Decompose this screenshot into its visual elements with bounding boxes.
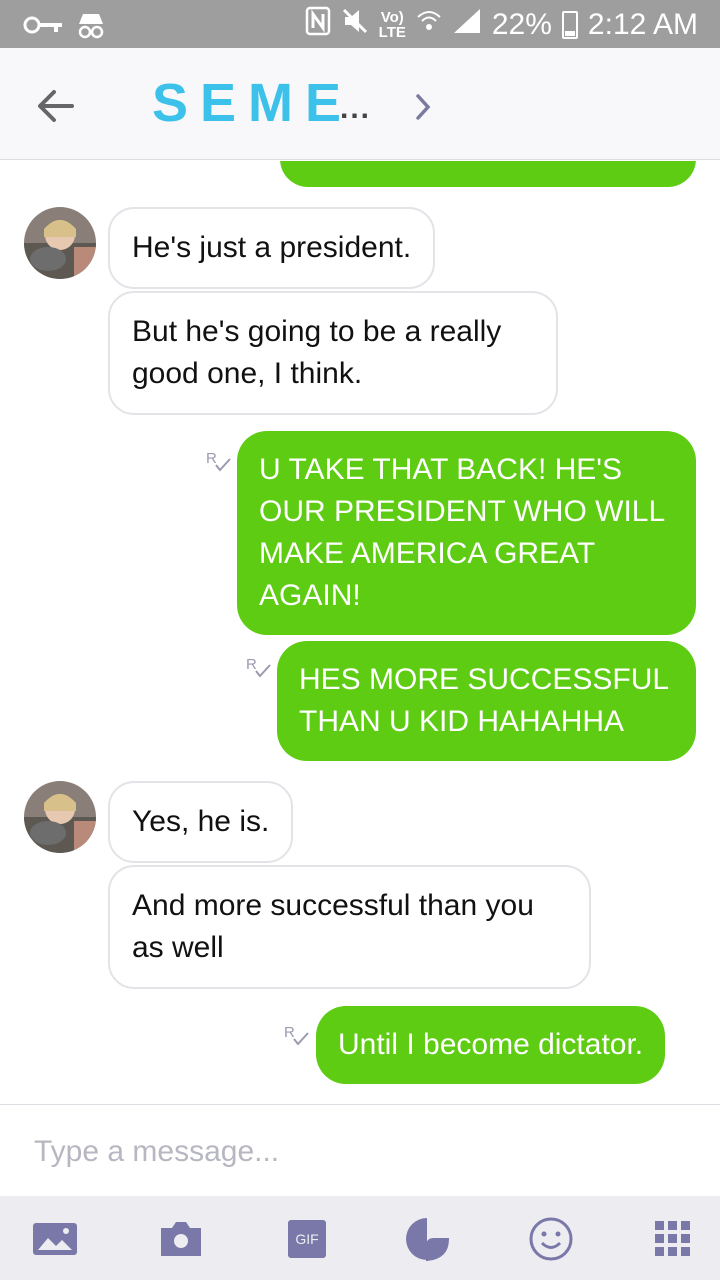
back-arrow-icon xyxy=(38,90,74,122)
image-icon xyxy=(33,1223,77,1255)
read-receipt-icon: R xyxy=(206,450,231,472)
key-icon xyxy=(22,14,66,41)
message-input[interactable]: Type a message... xyxy=(0,1104,720,1196)
read-receipt-icon: R xyxy=(246,656,271,678)
chat-title[interactable]: SEME xyxy=(152,72,353,134)
message-bubble-outgoing[interactable]: U TAKE THAT BACK! HE'S OUR PRESIDENT WHO… xyxy=(237,431,696,635)
svg-text:R: R xyxy=(206,450,217,467)
sticker-icon xyxy=(406,1218,450,1262)
apps-grid-icon xyxy=(655,1221,690,1256)
svg-text:R: R xyxy=(246,656,257,673)
gif-label: GIF xyxy=(295,1231,319,1247)
battery-percent: 22% xyxy=(491,8,552,41)
camera-button[interactable] xyxy=(158,1216,204,1262)
message-bubble-incoming[interactable]: And more successful than you as well xyxy=(108,865,591,989)
gallery-button[interactable] xyxy=(32,1216,78,1262)
message-bubble-incoming[interactable]: He's just a president. xyxy=(108,207,436,289)
sticker-button[interactable] xyxy=(404,1216,450,1262)
mute-icon xyxy=(341,7,369,43)
emoji-icon xyxy=(529,1217,573,1261)
message-bubble-incoming[interactable]: But he's going to be a really good one, … xyxy=(108,291,558,415)
partial-outgoing-bubble xyxy=(280,161,696,187)
nfc-icon xyxy=(305,6,331,44)
message-bubble-incoming[interactable]: Yes, he is. xyxy=(108,781,294,863)
message-input-placeholder: Type a message... xyxy=(34,1135,280,1168)
gif-button[interactable]: GIF xyxy=(284,1216,330,1262)
avatar[interactable] xyxy=(24,207,96,279)
camera-icon xyxy=(161,1222,201,1256)
composer-toolbar: GIF xyxy=(0,1196,720,1280)
message-list[interactable]: He's just a president. But he's going to… xyxy=(0,161,720,1104)
chevron-right-icon xyxy=(416,94,431,120)
chat-header: SEME ... xyxy=(0,48,720,160)
title-ellipsis: ... xyxy=(340,92,372,125)
message-bubble-outgoing[interactable]: HES MORE SUCCESSFUL THAN U KID HAHAHHA xyxy=(277,641,696,761)
clock: 2:12 AM xyxy=(587,8,698,41)
incognito-icon xyxy=(76,10,106,45)
chat-info-button[interactable] xyxy=(410,90,438,124)
status-bar: Vo) LTE 22% 2:12 AM xyxy=(0,0,720,48)
avatar[interactable] xyxy=(24,781,96,853)
signal-icon xyxy=(452,7,482,43)
volte-indicator: Vo) LTE xyxy=(378,9,406,41)
battery-icon xyxy=(561,11,578,39)
more-apps-button[interactable] xyxy=(650,1216,696,1262)
back-button[interactable] xyxy=(32,82,80,130)
emoji-button[interactable] xyxy=(528,1216,574,1262)
message-bubble-outgoing[interactable]: Until I become dictator. xyxy=(316,1006,666,1084)
svg-text:R: R xyxy=(284,1024,295,1041)
wifi-icon xyxy=(416,8,442,42)
read-receipt-icon: R xyxy=(284,1024,309,1046)
